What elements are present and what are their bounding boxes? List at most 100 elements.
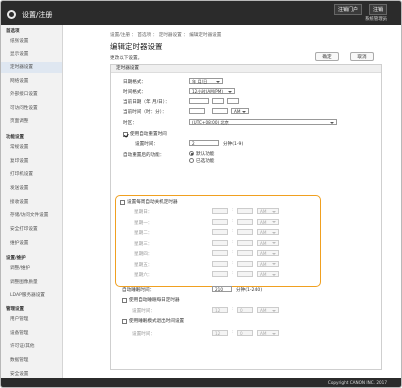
time-format-label: 时间格式： bbox=[123, 90, 146, 95]
sidebar-item[interactable]: 用户管理 bbox=[1, 314, 62, 325]
logout-link[interactable]: 注销 bbox=[368, 4, 387, 15]
weekly-day-ampm-select[interactable]: AM bbox=[257, 208, 279, 214]
daily-sleep-label: 使用自动睡眠每日定时器 bbox=[129, 298, 180, 303]
exit-sleep-label: 使用睡眠模式退出时间设置 bbox=[129, 319, 185, 324]
sidebar-item[interactable]: LDAP服务器设置 bbox=[1, 290, 62, 301]
exit-sleep-minute-input[interactable]: 0 bbox=[237, 330, 253, 336]
weekly-day-minute-input[interactable] bbox=[237, 208, 253, 214]
auto-reset-time-label: 设置时间： bbox=[135, 142, 158, 147]
weekly-day-label: 星期四： bbox=[134, 252, 153, 257]
weekly-day-hour-input[interactable] bbox=[212, 218, 228, 225]
weekly-day-minute-input[interactable] bbox=[237, 271, 253, 277]
daily-sleep-checkbox[interactable] bbox=[122, 298, 127, 303]
sidebar-item[interactable]: 网络设置 bbox=[1, 76, 62, 87]
sidebar-item[interactable]: 显示设置 bbox=[1, 49, 62, 60]
weekly-day-label: 星期五： bbox=[134, 262, 153, 268]
current-day-input[interactable] bbox=[227, 98, 239, 104]
weekly-day-label: 星期一： bbox=[134, 220, 153, 226]
weekly-day-ampm-select[interactable]: AM bbox=[257, 260, 279, 267]
exit-sleep-ampm-select[interactable]: AM bbox=[257, 330, 279, 336]
auto-reset-checkbox[interactable] bbox=[123, 132, 128, 137]
sidebar-item[interactable]: 接收设置 bbox=[1, 197, 62, 208]
weekly-day-label: 星期二： bbox=[134, 231, 153, 236]
weekly-day-minute-input[interactable] bbox=[237, 260, 253, 267]
weekly-day-hour-input[interactable] bbox=[212, 229, 228, 235]
sidebar-item[interactable]: 调整图像质量 bbox=[1, 277, 62, 288]
weekly-day-hour-input[interactable] bbox=[212, 260, 228, 267]
sidebar-item[interactable]: 外部接口设置 bbox=[1, 89, 62, 100]
footer-bar: Copyright CANON INC. 2017 bbox=[1, 378, 401, 387]
sidebar-item[interactable]: 维护设置 bbox=[1, 238, 62, 249]
sidebar-item[interactable]: 设备管理 bbox=[1, 328, 62, 339]
auto-sleep-input[interactable]: 210 bbox=[212, 286, 232, 292]
selected-function-radio[interactable] bbox=[189, 158, 194, 163]
sidebar-item[interactable]: 可访问性设置 bbox=[1, 103, 62, 114]
sidebar-item[interactable]: 页面调整 bbox=[1, 116, 62, 127]
cancel-button[interactable]: 取消 bbox=[350, 52, 374, 61]
auto-reset-function-label: 自动重置后的功能： bbox=[123, 153, 165, 158]
ok-button[interactable]: 确定 bbox=[315, 52, 339, 61]
sidebar-item[interactable]: 纸张设置 bbox=[1, 36, 62, 47]
selected-function-label: 已选功能 bbox=[196, 159, 215, 164]
date-format-label: 日期格式： bbox=[123, 80, 146, 85]
sidebar-item[interactable]: 许可证/其他 bbox=[1, 341, 62, 352]
weekly-day-colon: : bbox=[232, 239, 234, 245]
weekly-day-ampm-select[interactable]: AM bbox=[257, 239, 279, 246]
sidebar-item[interactable]: 复印设置 bbox=[1, 156, 62, 167]
weekly-day-minute-input[interactable] bbox=[237, 250, 253, 256]
timezone-select[interactable]: (UTC+08:00) 北京 bbox=[189, 119, 337, 125]
sidebar-item[interactable]: 数据管理 bbox=[1, 355, 62, 366]
weekly-day-minute-input[interactable] bbox=[237, 218, 253, 225]
timezone-label: 时区： bbox=[123, 121, 137, 126]
user-name: 系统管理员 bbox=[365, 17, 387, 22]
sidebar-section-management: 管理设置 bbox=[6, 307, 24, 312]
daily-sleep-ampm-select[interactable]: AM bbox=[257, 307, 279, 313]
sidebar-item[interactable]: 发送设置 bbox=[1, 183, 62, 194]
top-bar: 设置/注册 注销门户 注销 系统管理员 bbox=[1, 1, 401, 25]
sidebar-section-functions: 功能设置 bbox=[6, 135, 24, 140]
auto-reset-label: 使用自动重置时间 bbox=[130, 132, 167, 137]
weekly-day-ampm-select[interactable]: AM bbox=[257, 250, 279, 256]
weekly-day-hour-input[interactable] bbox=[212, 271, 228, 277]
weekly-day-hour-input[interactable] bbox=[212, 250, 228, 256]
weekly-day-hour-input[interactable] bbox=[212, 208, 228, 214]
sidebar-item[interactable]: 安全打印设置 bbox=[1, 224, 62, 235]
default-function-radio[interactable] bbox=[189, 151, 194, 156]
portal-logout-link[interactable]: 注销门户 bbox=[333, 4, 362, 15]
default-function-label: 默认功能 bbox=[196, 152, 215, 157]
weekly-day-ampm-select[interactable]: AM bbox=[257, 218, 279, 225]
weekly-day-ampm-select[interactable]: AM bbox=[257, 229, 279, 235]
current-year-input[interactable] bbox=[189, 98, 209, 104]
current-date-label: 当前日期（年 月/日）： bbox=[123, 100, 170, 105]
sidebar-item-timer-settings[interactable]: 定时器设置 bbox=[1, 62, 62, 73]
weekly-day-colon: : bbox=[232, 229, 234, 234]
top-links: 注销门户 注销 bbox=[333, 4, 387, 15]
exit-sleep-hour-input[interactable]: 12 bbox=[212, 330, 228, 336]
auto-reset-time-input[interactable]: 2 bbox=[189, 140, 219, 146]
current-minute-input[interactable] bbox=[212, 108, 228, 114]
weekly-day-colon: : bbox=[232, 271, 234, 276]
daily-sleep-hour-input[interactable]: 12 bbox=[212, 307, 228, 313]
current-hour-input[interactable] bbox=[189, 108, 205, 114]
weekly-day-minute-input[interactable] bbox=[237, 239, 253, 246]
auto-reset-unit: 分钟(1-9) bbox=[223, 142, 244, 147]
logo-icon bbox=[7, 10, 16, 19]
weekly-day-ampm-select[interactable]: AM bbox=[257, 271, 279, 277]
sidebar-item[interactable]: 打印机设置 bbox=[1, 169, 62, 180]
copyright-text: Copyright CANON INC. 2017 bbox=[327, 380, 387, 385]
time-format-select[interactable]: 12小时(AM/PM) bbox=[189, 88, 235, 94]
current-ampm-select[interactable]: AM bbox=[231, 108, 249, 114]
auto-sleep-unit: 分钟(1-240) bbox=[236, 288, 263, 293]
daily-sleep-minute-input[interactable]: 0 bbox=[237, 307, 253, 313]
weekly-day-colon: : bbox=[232, 218, 234, 224]
current-month-input[interactable] bbox=[212, 98, 224, 104]
date-format-select[interactable]: 年 月/日 bbox=[189, 78, 223, 84]
exit-sleep-checkbox[interactable] bbox=[122, 319, 127, 324]
sidebar-item[interactable]: 常规设置 bbox=[1, 142, 62, 153]
sidebar-item[interactable]: 存储/访问文件设置 bbox=[1, 210, 62, 221]
weekly-day-hour-input[interactable] bbox=[212, 239, 228, 246]
daily-sleep-colon: : bbox=[232, 307, 234, 312]
sidebar-item[interactable]: 调整/维护 bbox=[1, 263, 62, 274]
main-content: 设置/注册 ： 首选项 ： 定时器设置 ： 编辑定时器设置 编辑定时器设置 更改… bbox=[64, 25, 400, 378]
weekly-day-minute-input[interactable] bbox=[237, 229, 253, 235]
